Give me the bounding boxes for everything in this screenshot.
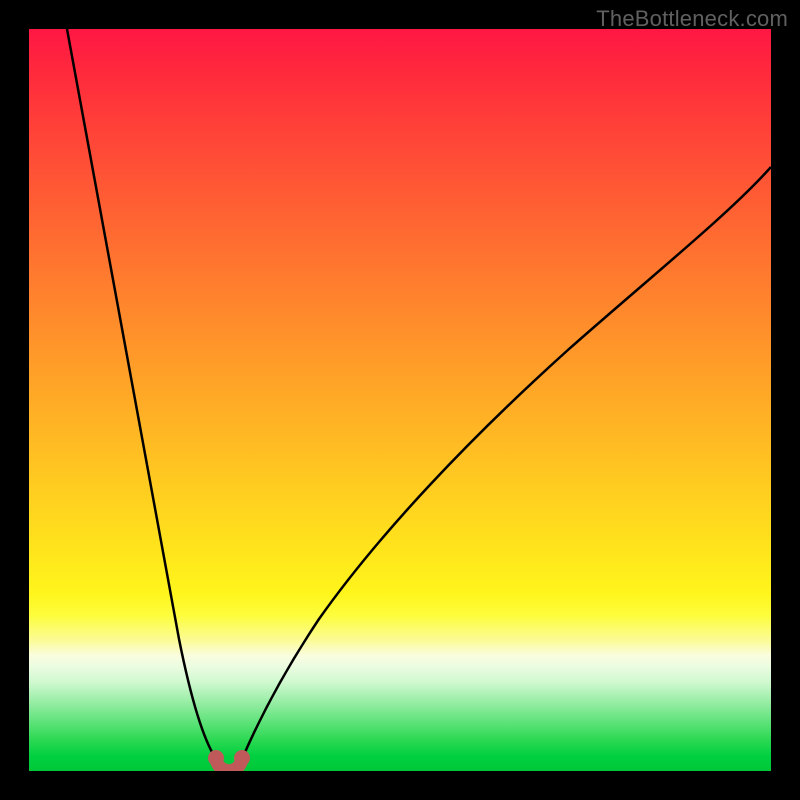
left-curve — [67, 29, 216, 759]
watermark-text: TheBottleneck.com — [596, 6, 788, 32]
right-curve — [242, 167, 771, 759]
chart-frame: TheBottleneck.com — [0, 0, 800, 800]
curve-overlay — [29, 29, 771, 771]
plot-area — [29, 29, 771, 771]
bottom-marker — [208, 750, 250, 771]
